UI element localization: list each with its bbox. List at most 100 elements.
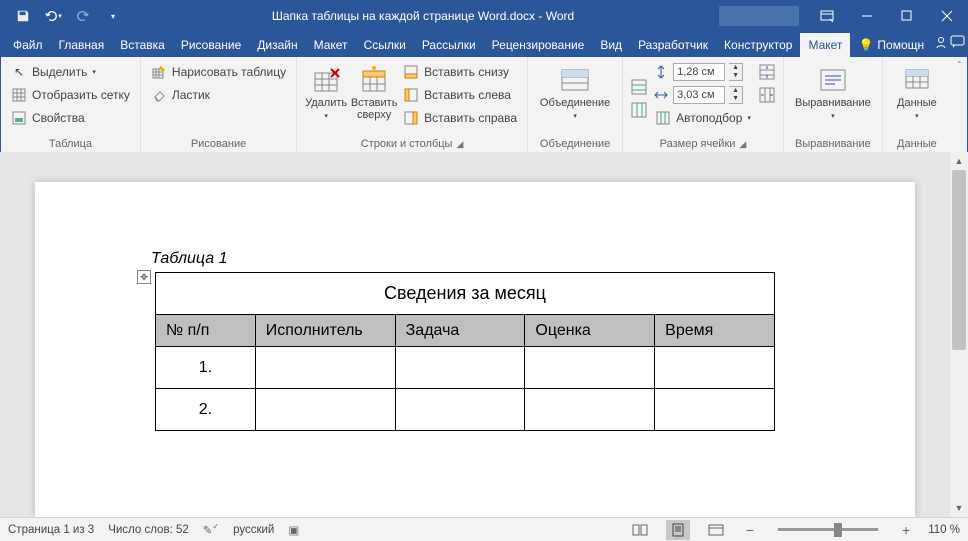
insert-left-button[interactable]: Вставить слева bbox=[399, 84, 521, 106]
table-move-handle[interactable]: ✥ bbox=[137, 270, 151, 284]
height-spinner[interactable]: ▲▼ bbox=[729, 63, 743, 81]
eraser-icon bbox=[151, 87, 167, 103]
page[interactable]: Таблица 1 ✥ Сведения за месяц № п/п Испо… bbox=[35, 182, 915, 517]
table-cell[interactable] bbox=[655, 347, 775, 389]
tell-me[interactable]: 💡Помощн bbox=[850, 33, 932, 57]
distribute-cols-button[interactable] bbox=[629, 99, 649, 121]
comments-button[interactable] bbox=[950, 30, 967, 57]
document-canvas[interactable]: Таблица 1 ✥ Сведения за месяц № п/п Испо… bbox=[0, 152, 950, 517]
tab-view[interactable]: Вид bbox=[592, 33, 630, 57]
distribute-rows-button[interactable] bbox=[629, 76, 649, 98]
read-mode-button[interactable] bbox=[628, 520, 652, 540]
table-cell[interactable] bbox=[395, 347, 525, 389]
tab-references[interactable]: Ссылки bbox=[356, 33, 414, 57]
merge-button[interactable]: Объединение▾ bbox=[534, 61, 616, 136]
spellcheck-icon[interactable]: ✎✓ bbox=[203, 522, 219, 537]
table-cell[interactable] bbox=[255, 389, 395, 431]
ribbon-options-button[interactable] bbox=[807, 1, 847, 31]
tab-mailings[interactable]: Рассылки bbox=[414, 33, 484, 57]
tab-developer[interactable]: Разработчик bbox=[630, 33, 716, 57]
table-cell[interactable]: 2. bbox=[156, 389, 256, 431]
row-height-input[interactable]: 1,28 см bbox=[673, 63, 725, 81]
zoom-thumb[interactable] bbox=[834, 523, 842, 537]
header-cell[interactable]: Время bbox=[655, 315, 775, 347]
distribute-rows-btn2[interactable] bbox=[757, 61, 777, 83]
group-label-cellsize: Размер ячейки bbox=[660, 138, 736, 150]
tab-table-design[interactable]: Конструктор bbox=[716, 33, 800, 57]
table-cell[interactable] bbox=[655, 389, 775, 431]
delete-button[interactable]: Удалить▾ bbox=[303, 61, 349, 136]
share-button[interactable] bbox=[932, 30, 949, 57]
scroll-down-button[interactable]: ▼ bbox=[950, 499, 968, 517]
close-button[interactable] bbox=[927, 1, 967, 31]
status-language[interactable]: русский bbox=[233, 524, 274, 536]
header-cell[interactable]: № п/п bbox=[156, 315, 256, 347]
undo-button[interactable]: ▾ bbox=[39, 4, 67, 28]
insert-above-button[interactable]: Вставить сверху bbox=[351, 61, 397, 136]
tab-layout[interactable]: Макет bbox=[306, 33, 356, 57]
minimize-button[interactable] bbox=[847, 1, 887, 31]
macro-icon[interactable]: ▣ bbox=[288, 523, 299, 537]
zoom-slider[interactable] bbox=[778, 528, 878, 531]
autofit-button[interactable]: Автоподбор▾ bbox=[651, 107, 755, 129]
tab-insert[interactable]: Вставка bbox=[112, 33, 173, 57]
width-spinner[interactable]: ▲▼ bbox=[729, 86, 743, 104]
scroll-up-button[interactable]: ▲ bbox=[950, 152, 968, 170]
table-title-cell[interactable]: Сведения за месяц bbox=[156, 273, 775, 315]
table-caption[interactable]: Таблица 1 bbox=[151, 250, 815, 268]
gridlines-button[interactable]: Отобразить сетку bbox=[7, 84, 134, 106]
rowscols-dialog-launcher[interactable]: ◢ bbox=[456, 139, 463, 150]
select-button[interactable]: ↖Выделить▾ bbox=[7, 61, 134, 83]
table-cell[interactable] bbox=[525, 347, 655, 389]
header-cell[interactable]: Оценка bbox=[525, 315, 655, 347]
user-account[interactable] bbox=[719, 6, 799, 26]
redo-button[interactable] bbox=[69, 4, 97, 28]
insert-right-button[interactable]: Вставить справа bbox=[399, 107, 521, 129]
insert-left-icon bbox=[403, 87, 419, 103]
qat-customize[interactable]: ▾ bbox=[99, 4, 127, 28]
col-width-input[interactable]: 3,03 см bbox=[673, 86, 725, 104]
tab-file[interactable]: Файл bbox=[5, 33, 51, 57]
table-cell[interactable] bbox=[525, 389, 655, 431]
cellsize-dialog-launcher[interactable]: ◢ bbox=[739, 139, 746, 150]
data-icon bbox=[904, 63, 930, 97]
tab-review[interactable]: Рецензирование bbox=[484, 33, 593, 57]
merge-icon bbox=[560, 63, 590, 97]
alignment-button[interactable]: Выравнивание▾ bbox=[790, 61, 876, 136]
group-label-table: Таблица bbox=[7, 136, 134, 150]
maximize-button[interactable] bbox=[887, 1, 927, 31]
dist-rows-icon bbox=[631, 79, 647, 95]
print-layout-button[interactable] bbox=[666, 520, 690, 540]
insert-below-button[interactable]: Вставить снизу bbox=[399, 61, 521, 83]
document-title: Шапка таблицы на каждой странице Word.do… bbox=[127, 9, 719, 23]
properties-button[interactable]: Свойства bbox=[7, 107, 134, 129]
tab-draw[interactable]: Рисование bbox=[173, 33, 249, 57]
alignment-icon bbox=[819, 63, 847, 97]
data-button[interactable]: Данные▾ bbox=[889, 61, 945, 136]
table-cell[interactable] bbox=[395, 389, 525, 431]
draw-table-button[interactable]: Нарисовать таблицу bbox=[147, 61, 290, 83]
header-cell[interactable]: Задача bbox=[395, 315, 525, 347]
cursor-icon: ↖ bbox=[11, 64, 27, 80]
save-button[interactable] bbox=[9, 4, 37, 28]
distr-cols-icon bbox=[759, 87, 775, 103]
web-layout-button[interactable] bbox=[704, 520, 728, 540]
zoom-out-button[interactable]: − bbox=[742, 522, 758, 538]
eraser-button[interactable]: Ластик bbox=[147, 84, 290, 106]
collapse-ribbon-icon[interactable]: ˆ bbox=[958, 61, 961, 72]
distribute-cols-btn2[interactable] bbox=[757, 84, 777, 106]
vertical-scrollbar[interactable]: ▲ ▼ bbox=[950, 152, 968, 517]
scroll-thumb[interactable] bbox=[952, 170, 966, 350]
document-table[interactable]: Сведения за месяц № п/п Исполнитель Зада… bbox=[155, 272, 775, 431]
table-cell[interactable] bbox=[255, 347, 395, 389]
table-cell[interactable]: 1. bbox=[156, 347, 256, 389]
tab-table-layout[interactable]: Макет bbox=[800, 33, 850, 57]
zoom-level[interactable]: 110 % bbox=[928, 524, 960, 536]
status-page[interactable]: Страница 1 из 3 bbox=[8, 524, 94, 536]
pencil-table-icon bbox=[151, 64, 167, 80]
status-words[interactable]: Число слов: 52 bbox=[108, 524, 189, 536]
tab-home[interactable]: Главная bbox=[51, 33, 113, 57]
tab-design[interactable]: Дизайн bbox=[249, 33, 305, 57]
zoom-in-button[interactable]: + bbox=[898, 522, 914, 538]
header-cell[interactable]: Исполнитель bbox=[255, 315, 395, 347]
